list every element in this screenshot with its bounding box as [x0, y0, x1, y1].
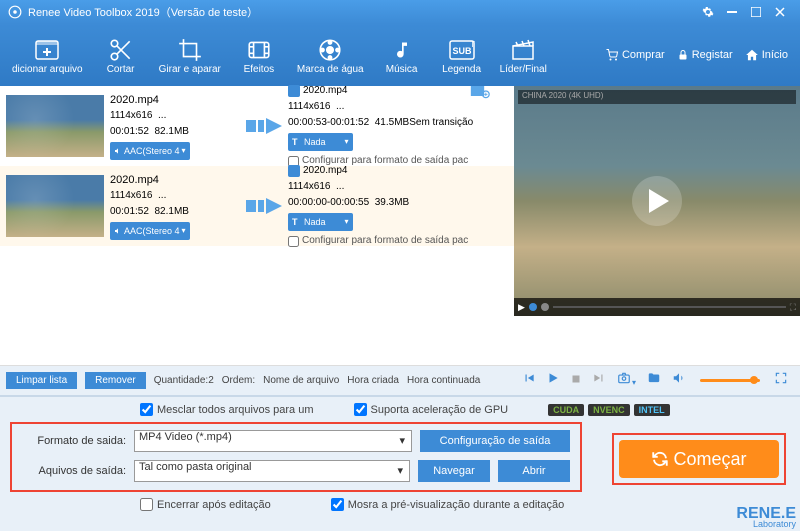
start-button[interactable]: Começar	[619, 440, 779, 478]
home-link[interactable]: Início	[745, 48, 788, 62]
embedded-player-bar: ▶⛶	[514, 298, 800, 316]
music-note-icon	[392, 36, 412, 64]
output-format-checkbox[interactable]: Configurar para formato de saída pac	[288, 233, 498, 249]
edit-icon[interactable]	[288, 85, 300, 97]
titlebar: Renee Video Toolbox 2019（Versão de teste…	[0, 0, 800, 24]
edit-icon[interactable]	[288, 165, 300, 177]
file-list: 2020.mp4 1114x616 ... 00:01:52 82.1MB AA…	[0, 86, 514, 395]
crop-icon	[177, 36, 203, 64]
add-file-button[interactable]: dicionar arquivo	[4, 32, 91, 79]
register-link[interactable]: Registar	[677, 48, 733, 62]
subtitle-dropdown[interactable]: T Nada ▾	[288, 213, 353, 231]
main-toolbar: dicionar arquivo Cortar Girar e aparar E…	[0, 24, 800, 86]
add-file-icon	[32, 36, 62, 64]
fullscreen-button[interactable]	[774, 371, 788, 390]
preview-controls: ▾	[514, 365, 800, 395]
outdir-label: Aquivos de saída:	[22, 465, 126, 477]
sort-by-ctime[interactable]: Hora criada	[347, 375, 399, 386]
file-row[interactable]: 2020.mp4 1114x616 ... 00:01:52 82.1MB AA…	[0, 166, 514, 246]
speaker-icon	[114, 227, 122, 235]
output-config-button[interactable]: Configuração de saída	[420, 430, 570, 452]
lock-icon	[677, 48, 689, 62]
sort-by-mtime[interactable]: Hora continuada	[407, 375, 480, 386]
format-label: Formato de saida:	[22, 435, 126, 447]
close-button[interactable]	[768, 2, 792, 22]
svg-text:T: T	[470, 40, 475, 49]
rotate-crop-button[interactable]: Girar e aparar	[151, 32, 229, 79]
watermark-button[interactable]: Marca de água	[289, 32, 372, 79]
file-row[interactable]: 2020.mp4 1114x616 ... 00:01:52 82.1MB AA…	[0, 86, 514, 166]
snapshot-button[interactable]: ▾	[616, 371, 636, 390]
settings-icon[interactable]	[696, 2, 720, 22]
watermark-icon	[317, 36, 343, 64]
play-button[interactable]	[546, 371, 560, 390]
maximize-button[interactable]	[744, 2, 768, 22]
scissors-icon	[108, 36, 134, 64]
list-controls: Limpar lista Remover Quantidade:2Ordem: …	[0, 365, 514, 395]
brand-logo: RENE.E Laboratory	[736, 509, 796, 529]
intro-outro-button[interactable]: Líder/Final	[492, 32, 555, 79]
output-settings-box: Formato de saida: MP4 Video (*.mp4) Conf…	[10, 422, 582, 492]
video-thumbnail	[6, 95, 104, 157]
bottom-panel: Mesclar todos arquivos para um Suporta a…	[0, 395, 800, 531]
cart-icon	[605, 49, 619, 61]
preview-during-checkbox[interactable]: Mosra a pré-visualização durante a edita…	[331, 498, 564, 511]
arrow-icon	[240, 196, 288, 216]
browse-button[interactable]: Navegar	[418, 460, 490, 482]
buy-link[interactable]: Comprar	[605, 49, 665, 61]
preview-caption: CHINA 2020 (4K UHD)	[518, 90, 796, 104]
volume-button[interactable]	[672, 371, 686, 390]
film-icon	[246, 36, 272, 64]
arrow-icon	[240, 116, 288, 136]
format-select[interactable]: MP4 Video (*.mp4)	[134, 430, 412, 452]
source-info: 2020.mp4 1114x616 ... 00:01:52 82.1MB AA…	[110, 92, 240, 160]
clear-list-button[interactable]: Limpar lista	[6, 372, 77, 389]
preview-video[interactable]: CHINA 2020 (4K UHD) ▶⛶	[514, 86, 800, 316]
outdir-select[interactable]: Tal como pasta original	[134, 460, 410, 482]
volume-slider[interactable]	[700, 379, 760, 382]
start-box: Começar	[612, 433, 786, 485]
stop-button[interactable]	[570, 372, 582, 390]
preview-panel: CHINA 2020 (4K UHD) ▶⛶ ▾	[514, 86, 800, 395]
output-info: 2020.mp4 1114x616 ... 00:00:53-00:01:52 …	[288, 83, 498, 169]
play-overlay-icon[interactable]	[632, 176, 682, 226]
output-info: 2020.mp4 1114x616 ... 00:00:00-00:00:55 …	[288, 163, 498, 249]
home-icon	[745, 48, 759, 62]
prev-button[interactable]	[522, 371, 536, 390]
subtitle-icon: SUBT	[448, 36, 476, 64]
open-folder-button[interactable]	[646, 371, 662, 390]
audio-track-dropdown[interactable]: AAC(Stereo 4▾	[110, 222, 190, 240]
gpu-badges: CUDA NVENC INTEL	[548, 404, 670, 416]
speaker-icon	[114, 147, 122, 155]
video-thumbnail	[6, 175, 104, 237]
remove-button[interactable]: Remover	[85, 372, 146, 389]
quantity-label: Quantidade:2	[154, 375, 214, 386]
add-output-icon[interactable]	[470, 83, 490, 99]
refresh-icon	[651, 450, 669, 468]
cut-button[interactable]: Cortar	[91, 32, 151, 79]
sort-by-name[interactable]: Nome de arquivo	[263, 375, 339, 386]
app-logo-icon	[8, 5, 22, 19]
open-button[interactable]: Abrir	[498, 460, 570, 482]
clapperboard-icon	[510, 36, 536, 64]
minimize-button[interactable]	[720, 2, 744, 22]
effects-button[interactable]: Efeitos	[229, 32, 289, 79]
window-title: Renee Video Toolbox 2019（Versão de teste…	[28, 4, 696, 20]
merge-checkbox[interactable]: Mesclar todos arquivos para um	[140, 403, 314, 416]
close-after-checkbox[interactable]: Encerrar após editação	[140, 498, 271, 511]
subtitle-button[interactable]: SUBT Legenda	[432, 32, 492, 79]
gpu-checkbox[interactable]: Suporta aceleração de GPU	[354, 403, 509, 416]
source-info: 2020.mp4 1114x616 ... 00:01:52 82.1MB AA…	[110, 172, 240, 240]
music-button[interactable]: Música	[372, 32, 432, 79]
audio-track-dropdown[interactable]: AAC(Stereo 4▾	[110, 142, 190, 160]
next-button[interactable]	[592, 371, 606, 390]
subtitle-dropdown[interactable]: T Nada ▾	[288, 133, 353, 151]
